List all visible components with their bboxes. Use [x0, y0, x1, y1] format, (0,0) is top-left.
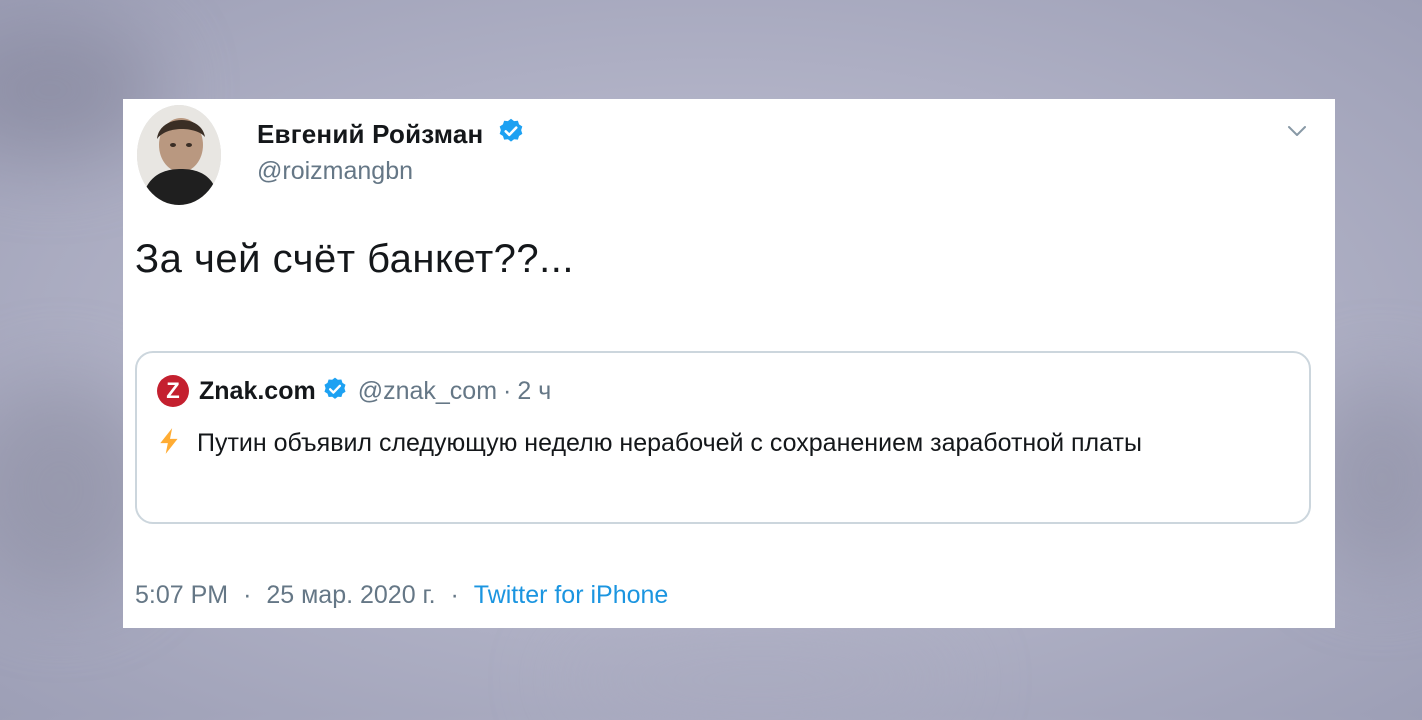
quoted-separator: · [503, 376, 512, 405]
quoted-timestamp[interactable]: 2 ч [517, 377, 551, 406]
source-link[interactable]: Twitter for iPhone [474, 581, 669, 609]
tweet-card: Евгений Ройзман @roizmangbn За чей счёт … [123, 99, 1335, 628]
background-blur [560, 640, 960, 720]
quoted-tweet[interactable]: Z Znak.com @znak_com · 2 ч Путин объявил… [135, 351, 1311, 524]
avatar-photo [137, 105, 221, 205]
znak-logo-icon[interactable]: Z [157, 375, 189, 407]
meta-separator: · [450, 581, 459, 609]
verified-badge-icon [322, 376, 348, 407]
verified-badge-icon [497, 117, 525, 152]
chevron-down-icon[interactable] [1285, 119, 1309, 143]
tweet-time[interactable]: 5:07 PM [135, 581, 228, 609]
avatar[interactable] [137, 105, 221, 205]
tweet-meta: 5:07 PM · 25 мар. 2020 г. · Twitter for … [135, 581, 668, 610]
author-name-row[interactable]: Евгений Ройзман [257, 117, 525, 152]
quoted-tweet-header: Z Znak.com @znak_com · 2 ч [157, 375, 551, 407]
tweet-text: За чей счёт банкет??... [135, 237, 574, 281]
tweet-date[interactable]: 25 мар. 2020 г. [266, 581, 435, 609]
znak-logo-letter: Z [166, 378, 180, 403]
quoted-tweet-body: Путин объявил следующую неделю нерабочей… [157, 425, 1297, 465]
lightning-icon [157, 427, 183, 465]
meta-separator: · [243, 581, 252, 609]
author-name[interactable]: Евгений Ройзман [257, 119, 483, 149]
author-handle[interactable]: @roizmangbn [257, 157, 413, 186]
quoted-tweet-text: Путин объявил следующую неделю нерабочей… [197, 429, 1142, 457]
quoted-author-name[interactable]: Znak.com [199, 377, 316, 406]
quoted-author-handle[interactable]: @znak_com [358, 377, 497, 406]
